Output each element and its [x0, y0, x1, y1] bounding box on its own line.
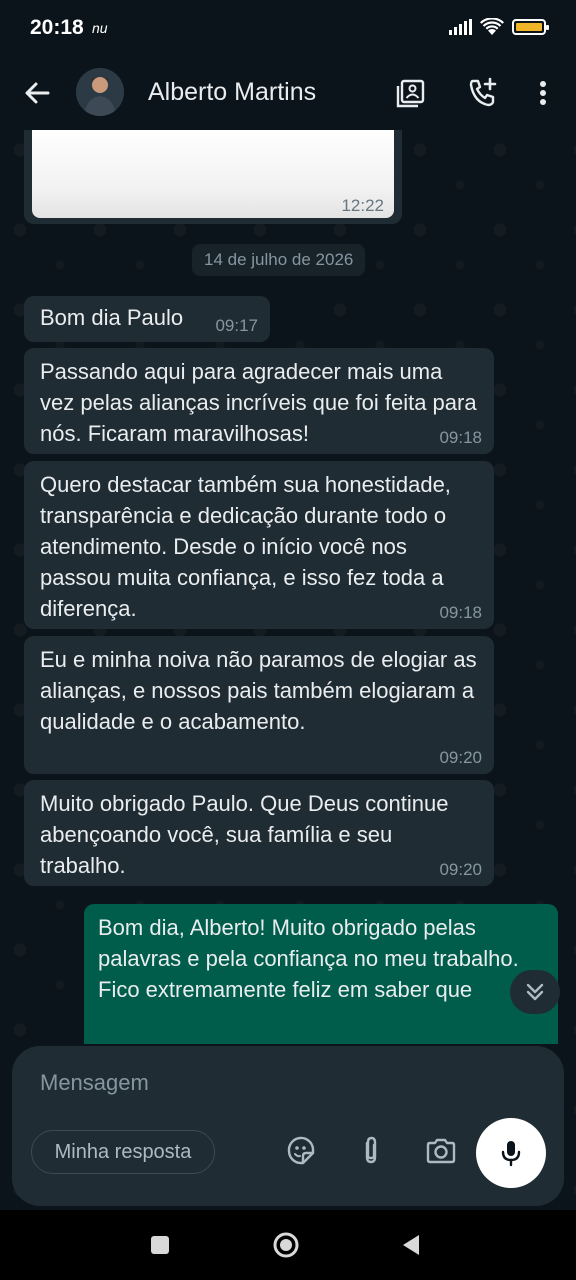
carrier-label: nu [92, 20, 108, 36]
chat-header: Alberto Martins [0, 58, 576, 130]
mic-button[interactable] [476, 1118, 546, 1188]
message-text: Muito obrigado Paulo. Que Deus continue … [40, 791, 449, 878]
message-text: Bom dia, Alberto! Muito obrigado pelas p… [98, 915, 519, 1002]
message-bubble-incoming[interactable]: Passando aqui para agradecer mais uma ve… [24, 348, 494, 454]
message-time: 09:17 [215, 316, 258, 335]
battery-icon [512, 19, 549, 35]
wifi-icon [480, 18, 504, 35]
message-composer: Mensagem Minha resposta [12, 1046, 564, 1206]
more-vertical-icon[interactable] [526, 76, 560, 110]
message-time: 12:22 [341, 196, 384, 215]
home-icon[interactable] [271, 1230, 301, 1260]
message-time: 09:20 [439, 860, 482, 879]
quick-reply-chip[interactable]: Minha resposta [31, 1130, 215, 1174]
back-arrow-icon[interactable] [20, 76, 54, 110]
message-text: Passando aqui para agradecer mais uma ve… [40, 359, 477, 446]
contact-name[interactable]: Alberto Martins [148, 78, 316, 107]
message-bubble-incoming[interactable]: Muito obrigado Paulo. Que Deus continue … [24, 780, 494, 886]
message-bubble-incoming[interactable]: Quero destacar também sua honestidade, t… [24, 461, 494, 629]
image-thumbnail[interactable] [32, 130, 394, 218]
message-bubble-incoming[interactable]: Eu e minha noiva não paramos de elogiar … [24, 636, 494, 774]
camera-icon[interactable] [424, 1134, 458, 1168]
image-message[interactable]: 12:22 [24, 130, 402, 224]
message-time: 09:18 [439, 603, 482, 622]
mic-icon [501, 1141, 521, 1167]
back-nav-icon[interactable] [396, 1230, 426, 1260]
message-bubble-incoming[interactable]: Bom dia Paulo 09:17 [24, 296, 270, 342]
message-time: 09:20 [439, 748, 482, 767]
sticker-icon[interactable] [284, 1134, 318, 1168]
signal-icon [449, 19, 472, 35]
attach-icon[interactable] [354, 1134, 388, 1168]
recents-icon[interactable] [145, 1230, 175, 1260]
message-bubble-outgoing[interactable]: Bom dia, Alberto! Muito obrigado pelas p… [84, 904, 558, 1044]
chat-screen: 20:18 nu Alberto Martins 12:22 14 de jul… [0, 0, 576, 1280]
message-text: Quero destacar também sua honestidade, t… [40, 472, 451, 621]
status-time: 20:18 [30, 16, 84, 39]
message-time: 09:18 [439, 428, 482, 447]
message-input[interactable]: Mensagem [40, 1070, 149, 1096]
scroll-to-bottom-button[interactable] [510, 970, 560, 1014]
message-text: Eu e minha noiva não paramos de elogiar … [40, 647, 477, 734]
contacts-book-icon[interactable] [394, 76, 428, 110]
add-call-icon[interactable] [466, 76, 500, 110]
date-divider: 14 de julho de 2026 [192, 244, 366, 276]
status-bar: 20:18 nu [0, 0, 576, 58]
status-icons [449, 18, 549, 36]
double-chevron-down-icon [526, 983, 544, 1001]
navigation-bar [0, 1210, 576, 1280]
avatar[interactable] [76, 68, 124, 116]
